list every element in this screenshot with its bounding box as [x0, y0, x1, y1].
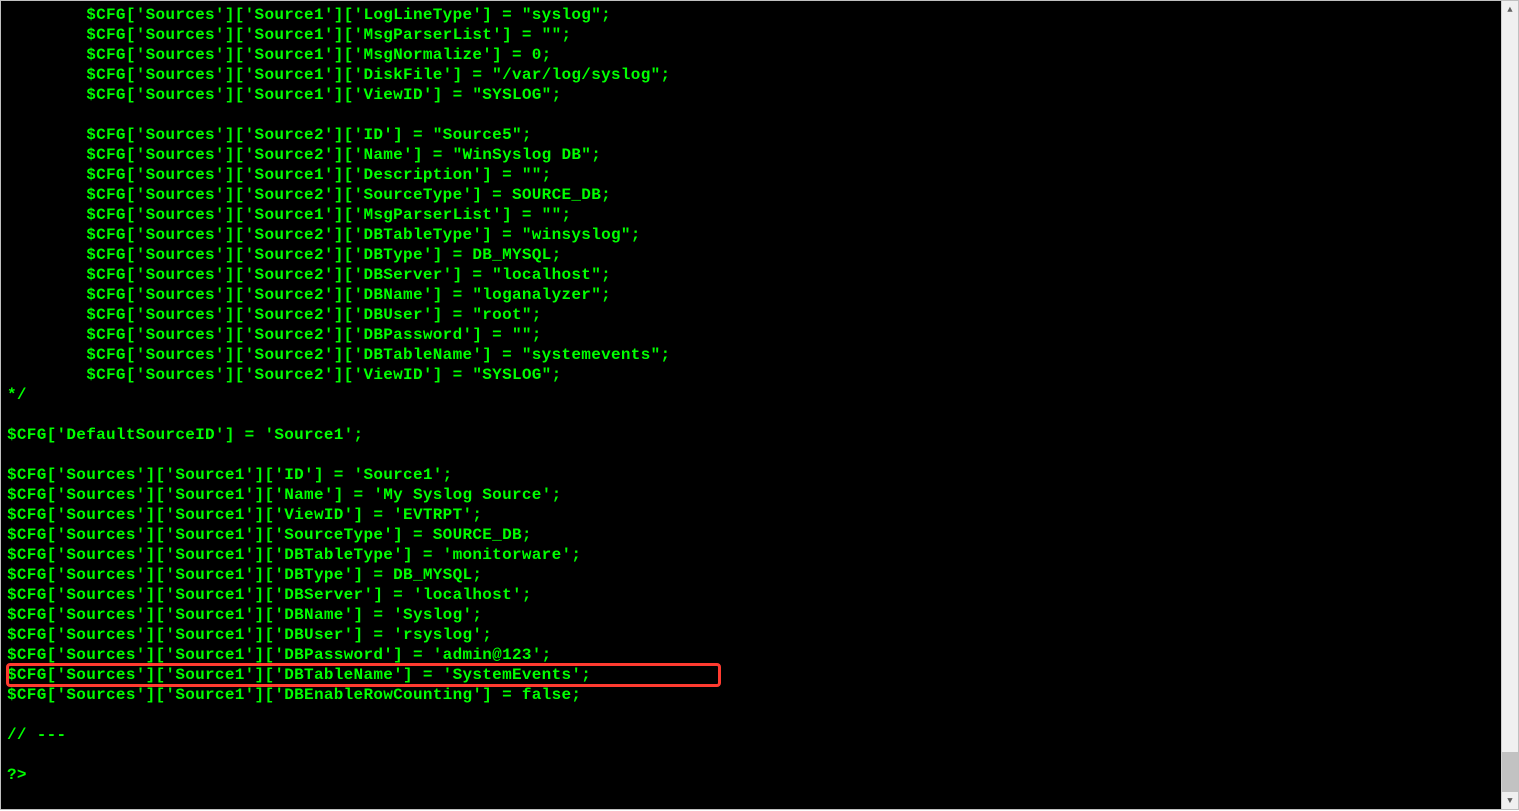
code-line: $CFG['Sources']['Source2']['Name'] = "Wi… — [7, 145, 1495, 165]
code-line: $CFG['Sources']['Source1']['DBTableType'… — [7, 545, 1495, 565]
code-line: $CFG['DefaultSourceID'] = 'Source1'; — [7, 425, 1495, 445]
scroll-down-arrow[interactable]: ▼ — [1502, 792, 1518, 809]
code-line: $CFG['Sources']['Source1']['SourceType']… — [7, 525, 1495, 545]
code-line: $CFG['Sources']['Source1']['DBType'] = D… — [7, 565, 1495, 585]
code-line: $CFG['Sources']['Source1']['LogLineType'… — [7, 5, 1495, 25]
code-line: $CFG['Sources']['Source2']['DBServer'] =… — [7, 265, 1495, 285]
code-line: $CFG['Sources']['Source2']['DBUser'] = "… — [7, 305, 1495, 325]
scroll-thumb[interactable] — [1502, 752, 1518, 792]
chevron-down-icon: ▼ — [1507, 791, 1512, 811]
code-line — [7, 405, 1495, 425]
code-line — [7, 105, 1495, 125]
code-line: $CFG['Sources']['Source1']['DBEnableRowC… — [7, 685, 1495, 705]
code-line: $CFG['Sources']['Source1']['MsgNormalize… — [7, 45, 1495, 65]
code-line: $CFG['Sources']['Source2']['ViewID'] = "… — [7, 365, 1495, 385]
code-line: $CFG['Sources']['Source2']['DBType'] = D… — [7, 245, 1495, 265]
vertical-scrollbar[interactable]: ▲ ▼ — [1501, 1, 1518, 809]
code-line — [7, 705, 1495, 725]
code-line: $CFG['Sources']['Source1']['Description'… — [7, 165, 1495, 185]
code-line: $CFG['Sources']['Source1']['DBUser'] = '… — [7, 625, 1495, 645]
code-line: $CFG['Sources']['Source2']['DBTableName'… — [7, 345, 1495, 365]
code-line: $CFG['Sources']['Source2']['SourceType']… — [7, 185, 1495, 205]
code-line: $CFG['Sources']['Source2']['DBTableType'… — [7, 225, 1495, 245]
code-line: $CFG['Sources']['Source2']['ID'] = "Sour… — [7, 125, 1495, 145]
code-line: $CFG['Sources']['Source1']['DBPassword']… — [7, 645, 1495, 665]
terminal-window: $CFG['Sources']['Source1']['LogLineType'… — [0, 0, 1519, 810]
code-line: $CFG['Sources']['Source1']['ID'] = 'Sour… — [7, 465, 1495, 485]
code-line — [7, 745, 1495, 765]
code-line — [7, 445, 1495, 465]
code-line: $CFG['Sources']['Source1']['DiskFile'] =… — [7, 65, 1495, 85]
code-line: // --- — [7, 725, 1495, 745]
chevron-up-icon: ▲ — [1507, 0, 1512, 20]
scroll-track[interactable] — [1502, 18, 1518, 792]
scroll-up-arrow[interactable]: ▲ — [1502, 1, 1518, 18]
code-line: $CFG['Sources']['Source1']['MsgParserLis… — [7, 205, 1495, 225]
code-line: $CFG['Sources']['Source1']['Name'] = 'My… — [7, 485, 1495, 505]
code-line: $CFG['Sources']['Source1']['DBTableName'… — [7, 665, 1495, 685]
code-line: $CFG['Sources']['Source1']['ViewID'] = "… — [7, 85, 1495, 105]
code-line: $CFG['Sources']['Source2']['DBPassword']… — [7, 325, 1495, 345]
code-line: */ — [7, 385, 1495, 405]
code-line: $CFG['Sources']['Source1']['DBName'] = '… — [7, 605, 1495, 625]
code-line: $CFG['Sources']['Source2']['DBName'] = "… — [7, 285, 1495, 305]
code-line: ?> — [7, 765, 1495, 785]
code-line: $CFG['Sources']['Source1']['DBServer'] =… — [7, 585, 1495, 605]
code-line: $CFG['Sources']['Source1']['ViewID'] = '… — [7, 505, 1495, 525]
code-line: $CFG['Sources']['Source1']['MsgParserLis… — [7, 25, 1495, 45]
terminal-content[interactable]: $CFG['Sources']['Source1']['LogLineType'… — [1, 1, 1501, 809]
